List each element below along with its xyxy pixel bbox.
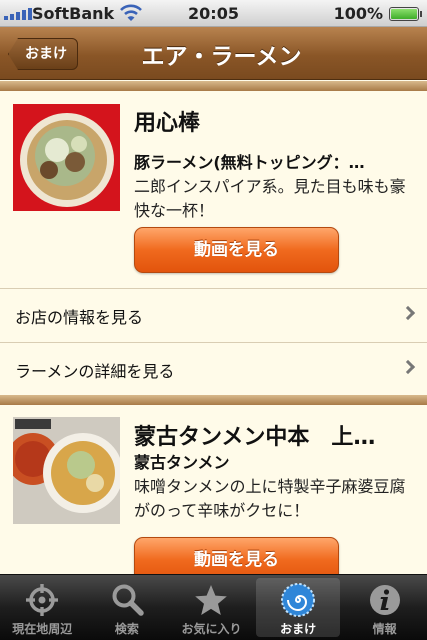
battery-percent: 100% xyxy=(333,4,383,23)
battery-icon xyxy=(389,7,422,21)
ramen-detail-row[interactable]: ラーメンの詳細を見る xyxy=(0,342,427,395)
navigation-bar: おまけ エア・ラーメン xyxy=(0,27,427,80)
tab-bar: 現在地周辺 検索 お気に入り おまけ 情報 xyxy=(0,574,427,640)
shop-info-row[interactable]: お店の情報を見る xyxy=(0,288,427,341)
tab-nearby[interactable]: 現在地周辺 xyxy=(0,575,85,640)
tab-extras[interactable]: おまけ xyxy=(255,578,341,637)
watch-video-button[interactable]: 動画を見る xyxy=(134,537,339,574)
tab-info[interactable]: 情報 xyxy=(342,575,427,640)
search-icon xyxy=(112,584,144,616)
page-title: エア・ラーメン xyxy=(141,44,302,70)
shop-info-label: お店の情報を見る xyxy=(15,308,144,327)
chevron-right-icon xyxy=(400,359,416,375)
tab-favorites-label: お気に入り xyxy=(181,622,242,636)
star-icon xyxy=(195,585,228,615)
menu-name: 蒙古タンメン xyxy=(134,453,230,472)
ramen-thumbnail[interactable] xyxy=(13,104,120,211)
menu-name: 豚ラーメン(無料トッピング：… xyxy=(134,153,365,172)
ramen-thumbnail[interactable] xyxy=(13,417,120,524)
info-icon xyxy=(369,585,400,615)
status-bar: SoftBank 20:05 100% xyxy=(0,0,427,27)
tab-favorites[interactable]: お気に入り xyxy=(169,575,254,640)
shop-name: 用心棒 xyxy=(134,111,201,136)
shop-card: 用心棒 豚ラーメン(無料トッピング：… 二郎インスパイア系。見た目も味も豪快な一… xyxy=(0,91,427,287)
shop-description: 味噌タンメンの上に特製辛子麻婆豆腐がのって辛味がクセに！ xyxy=(134,477,406,520)
shop-list[interactable]: 用心棒 豚ラーメン(無料トッピング：… 二郎インスパイア系。見た目も味も豪快な一… xyxy=(0,81,427,574)
tab-search-label: 検索 xyxy=(114,622,139,636)
chevron-right-icon xyxy=(400,305,416,321)
location-target-icon xyxy=(26,584,59,616)
section-divider xyxy=(0,395,427,405)
app-screen: SoftBank 20:05 100% おまけ エア・ラーメン 用心棒 豚ラーメ… xyxy=(0,0,427,640)
tab-nearby-label: 現在地周辺 xyxy=(12,622,73,636)
shop-card: 蒙古タンメン中本 上… 蒙古タンメン 味噌タンメンの上に特製辛子麻婆豆腐がのって… xyxy=(0,405,427,574)
tab-search[interactable]: 検索 xyxy=(85,575,170,640)
section-divider xyxy=(0,81,427,91)
shop-description: 二郎インスパイア系。見た目も味も豪快な一杯！ xyxy=(134,177,406,220)
tab-info-label: 情報 xyxy=(372,622,397,636)
ramen-detail-label: ラーメンの詳細を見る xyxy=(15,362,175,381)
watch-video-button[interactable]: 動画を見る xyxy=(134,227,339,273)
shop-name: 蒙古タンメン中本 上… xyxy=(134,425,376,450)
tab-extras-label: おまけ xyxy=(280,622,317,636)
spiral-icon xyxy=(281,583,316,617)
